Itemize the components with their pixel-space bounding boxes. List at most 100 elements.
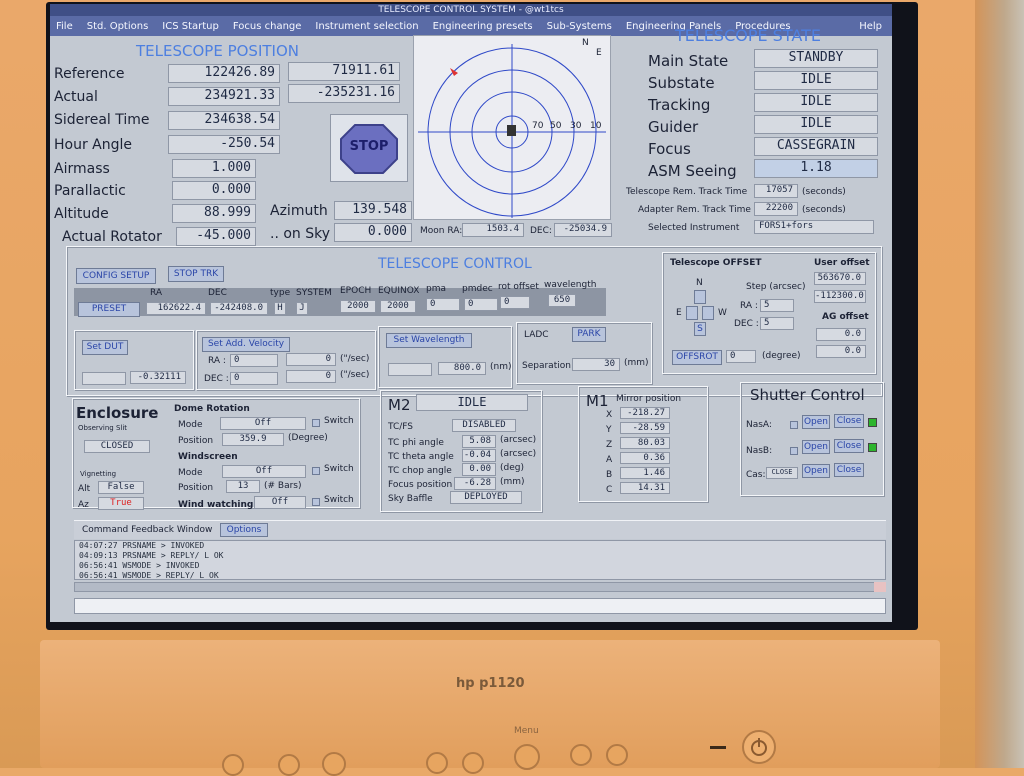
altitude-label: Altitude [54,206,109,222]
col-system: SYSTEM [296,288,332,298]
offset-north-button[interactable] [694,290,706,304]
menu-focus-change[interactable]: Focus change [233,21,302,32]
preset-pmdec-input[interactable]: 0 [464,298,498,311]
sky-baffle-label: Sky Baffle [388,494,433,504]
m1-x-label: X [606,410,613,420]
vel-ra-input[interactable]: 0 [230,354,278,367]
tcfs-label: TC/FS [388,422,414,432]
dome-mode[interactable]: Off [220,417,306,430]
feedback-close-icon[interactable] [874,582,886,592]
preset-dec-input[interactable]: -242408.0 [210,302,268,315]
nasa-close-button[interactable]: Close [834,414,864,428]
monitor-button[interactable] [570,744,592,766]
monitor-menu-button[interactable] [514,744,540,770]
preset-equinox-input[interactable]: 2000 [380,300,416,313]
cas-close-button[interactable]: Close [834,463,864,477]
preset-button[interactable]: PRESET [78,302,140,317]
stop-trk-button[interactable]: STOP TRK [168,266,224,282]
cas-open-button[interactable]: Open [802,464,830,478]
offsrot-button[interactable]: OFFSROT [672,350,722,365]
monitor-button[interactable] [462,752,484,774]
dut-input[interactable] [82,372,126,385]
wind-switch-checkbox[interactable] [312,467,320,475]
nasa-status-indicator [868,418,877,427]
wavelength-input[interactable] [388,363,432,376]
set-wavelength-button[interactable]: Set Wavelength [386,333,472,348]
set-add-velocity-button[interactable]: Set Add. Velocity [202,337,290,352]
focus-position-label: Focus position [388,480,453,490]
step-dec-input[interactable]: 5 [760,317,794,330]
windscreen-label: Windscreen [178,452,238,462]
config-setup-button[interactable]: CONFIG SETUP [76,268,156,284]
separation-value[interactable]: 30 [572,358,620,371]
offset-east-button[interactable] [686,306,698,320]
nasb-checkbox[interactable] [790,447,798,455]
feedback-options-button[interactable]: Options [220,523,268,537]
wind-mode[interactable]: Off [222,465,306,478]
offsrot-input[interactable]: 0 [726,350,756,363]
preset-rot-offset-input[interactable]: 0 [500,296,530,309]
watch-switch-checkbox[interactable] [312,498,320,506]
control-title: TELESCOPE CONTROL [378,256,532,272]
menu-file[interactable]: File [56,21,73,32]
airmass-label: Airmass [54,161,110,177]
wind-watching[interactable]: Off [254,496,306,509]
actual-dec: -235231.16 [288,84,400,103]
m1-y: -28.59 [620,422,670,434]
stop-label: STOP [349,139,389,154]
ring-label-10: 10 [590,121,602,131]
monitor-power-button[interactable] [742,730,776,764]
preset-wavelength-input[interactable]: 650 [548,294,576,307]
monitor-button[interactable] [426,752,448,774]
m1-z-label: Z [606,440,613,450]
tc-theta: -0.04 [462,449,496,462]
menu-std-options[interactable]: Std. Options [87,21,149,32]
dome-switch-checkbox[interactable] [312,419,320,427]
preset-ra-input[interactable]: 162622.4 [146,302,206,315]
step-ra-input[interactable]: 5 [760,299,794,312]
m1-z: 80.03 [620,437,670,449]
dome-switch-label: Switch [324,416,354,426]
set-dut-button[interactable]: Set DUT [82,340,128,355]
preset-type-input[interactable]: H [274,302,286,315]
user-offset-ra: 563670.0 [814,272,866,285]
nasa-open-button[interactable]: Open [802,415,830,429]
on-sky: 0.000 [334,223,412,242]
monitor-button[interactable] [322,752,346,776]
preset-system-input[interactable]: J [296,302,308,315]
nasb-close-button[interactable]: Close [834,439,864,453]
menu-instrument-selection[interactable]: Instrument selection [315,21,418,32]
command-input[interactable] [74,598,886,614]
parallactic-label: Parallactic [54,183,126,199]
ag-offset-dec: 0.0 [816,345,866,358]
offset-west-button[interactable] [702,306,714,320]
reference-ra: 122426.89 [168,64,280,83]
watch-switch-label: Switch [324,495,354,505]
feedback-scrollbar[interactable] [74,582,886,592]
park-button[interactable]: PARK [572,327,606,342]
feedback-line: 04:07:27 PRSNAME > INVOKED [79,541,205,550]
col-wavelength: wavelength [544,280,597,290]
nasa-checkbox[interactable] [790,421,798,429]
preset-epoch-input[interactable]: 2000 [340,300,376,313]
menu-engineering-presets[interactable]: Engineering presets [433,21,533,32]
vel-dec-input[interactable]: 0 [230,372,278,385]
menu-sub-systems[interactable]: Sub-Systems [547,21,612,32]
offset-south-button[interactable]: S [694,322,706,336]
hour-angle: -250.54 [168,135,280,154]
monitor-button[interactable] [278,754,300,776]
focus: CASSEGRAIN [754,137,878,156]
selected-instrument: FORS1+fors [754,220,874,234]
menu-help[interactable]: Help [859,21,882,32]
preset-pma-input[interactable]: 0 [426,298,460,311]
hour-angle-label: Hour Angle [54,137,133,153]
monitor-button[interactable] [222,754,244,776]
menu-ics-startup[interactable]: ICS Startup [162,21,219,32]
nasb-open-button[interactable]: Open [802,440,830,454]
monitor-power-led [710,746,726,749]
monitor-button[interactable] [606,744,628,766]
actual-rotator: -45.000 [176,227,256,246]
stop-button[interactable]: STOP [330,114,408,182]
focus-label: Focus [648,140,691,158]
ring-label-70: 70 [532,121,544,131]
